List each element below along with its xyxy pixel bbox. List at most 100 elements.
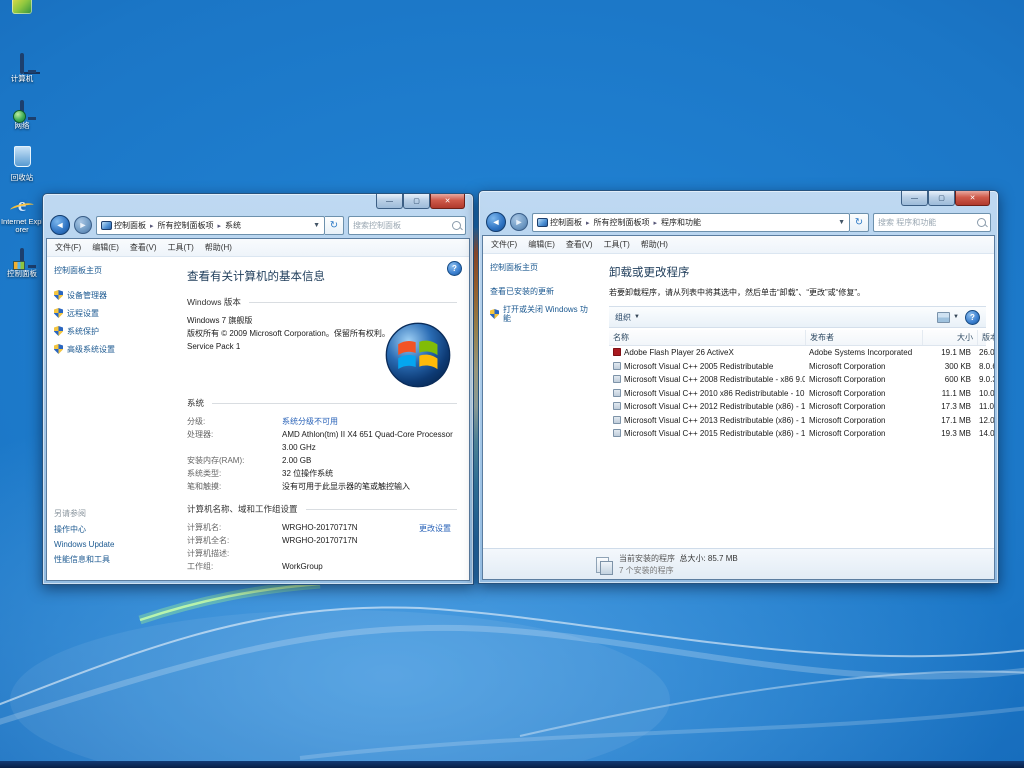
program-name: Microsoft Visual C++ 2013 Redistributabl… (624, 416, 805, 425)
table-row[interactable]: Microsoft Visual C++ 2013 Redistributabl… (609, 414, 986, 428)
close-button[interactable]: ✕ (955, 191, 990, 206)
column-header-name[interactable]: 名称 (609, 330, 806, 345)
menu-item[interactable]: 文件(F) (55, 242, 81, 253)
program-name-cell: Microsoft Visual C++ 2008 Redistributabl… (609, 375, 805, 384)
desktop-icon-control-panel[interactable]: 控制面板 (0, 250, 44, 278)
desktop-icon-label: Internet Explorer (0, 218, 44, 234)
maximize-button[interactable]: ▢ (403, 194, 430, 209)
desktop-icon-internet-explorer[interactable]: e Internet Explorer (0, 196, 44, 234)
system-window-titlebar[interactable]: — ▢ ✕ (43, 194, 473, 213)
breadcrumb-item[interactable]: 控制面板 (550, 217, 582, 228)
breadcrumb-item[interactable]: 控制面板 (114, 220, 146, 231)
program-name-cell: Microsoft Visual C++ 2005 Redistributabl… (609, 362, 805, 371)
see-also-item[interactable]: Windows Update (54, 540, 114, 549)
sidebar-task-item[interactable]: 设备管理器 (54, 290, 164, 300)
forward-button[interactable]: ► (510, 213, 528, 231)
recycle-bin-icon (14, 146, 31, 167)
taskbar-edge[interactable] (0, 761, 1024, 768)
table-body: Adobe Flash Player 26 ActiveX Adobe Syst… (609, 346, 986, 441)
close-button[interactable]: ✕ (430, 194, 465, 209)
system-detail-row: 处理器: AMD Athlon(tm) II X4 651 Quad-Core … (187, 428, 457, 454)
table-row[interactable]: Microsoft Visual C++ 2012 Redistributabl… (609, 400, 986, 414)
detail-value: 系统分级不可用 (282, 415, 338, 428)
address-bar[interactable]: 控制面板所有控制面板项程序和功能 ▼ (532, 213, 850, 232)
chevron-down-icon: ▼ (634, 314, 640, 320)
sidebar-task-item[interactable]: 高级系统设置 (54, 344, 164, 354)
menu-item[interactable]: 文件(F) (491, 239, 517, 250)
address-bar[interactable]: 控制面板所有控制面板项系统 ▼ (96, 216, 325, 235)
status-line1: 当前安装的程序 总大小: 85.7 MB (619, 554, 738, 563)
breadcrumb-item[interactable]: 所有控制面板项 (582, 217, 650, 228)
program-icon (613, 348, 621, 356)
menu-item[interactable]: 工具(T) (604, 239, 630, 250)
column-header-size[interactable]: 大小 (923, 330, 978, 345)
programs-window-titlebar[interactable]: — ▢ ✕ (479, 191, 998, 210)
maximize-button[interactable]: ▢ (928, 191, 955, 206)
status-line2: 7 个安装的程序 (619, 565, 738, 576)
sidebar-task-label: 系统保护 (67, 327, 99, 336)
programs-main-pane: 卸载或更改程序 若要卸载程序，请从列表中将其选中，然后单击“卸载”、“更改”或“… (599, 254, 994, 548)
minimize-button[interactable]: — (376, 194, 403, 209)
sidebar-item-windows-features[interactable]: 打开或关闭 Windows 功能 (490, 305, 592, 323)
program-name: Microsoft Visual C++ 2012 Redistributabl… (624, 402, 805, 411)
organize-button[interactable]: 组织 ▼ (615, 312, 640, 323)
see-also-item[interactable]: 操作中心 (54, 524, 114, 535)
section-heading: 计算机名称、域和工作组设置 (187, 503, 457, 515)
back-button[interactable]: ◄ (486, 212, 506, 232)
views-button[interactable]: ▼ (937, 312, 959, 323)
menu-item[interactable]: 编辑(E) (528, 239, 555, 250)
breadcrumb-item[interactable]: 系统 (214, 220, 242, 231)
search-box[interactable] (348, 216, 466, 235)
sidebar-task-item[interactable]: 系统保护 (54, 326, 164, 336)
help-icon[interactable]: ? (965, 310, 980, 325)
column-header-version[interactable]: 版本 (978, 330, 995, 345)
desktop-icon-app[interactable] (0, 0, 44, 21)
see-also-item[interactable]: 性能信息和工具 (54, 554, 114, 565)
detail-value: 2.00 GB (282, 454, 311, 467)
desktop-icon-network[interactable]: 网络 (0, 102, 44, 130)
sidebar-item-control-panel-home[interactable]: 控制面板主页 (490, 262, 592, 273)
menu-item[interactable]: 编辑(E) (92, 242, 119, 253)
minimize-button[interactable]: — (901, 191, 928, 206)
programs-navigation-bar: ◄ ► 控制面板所有控制面板项程序和功能 ▼ ↻ (479, 210, 998, 234)
desktop-icon-label: 计算机 (0, 75, 44, 83)
menu-item[interactable]: 查看(V) (130, 242, 157, 253)
help-icon[interactable]: ? (447, 261, 462, 276)
sidebar-item-view-updates[interactable]: 查看已安装的更新 (490, 287, 592, 296)
breadcrumb-item[interactable]: 程序和功能 (650, 217, 702, 228)
table-row[interactable]: Microsoft Visual C++ 2015 Redistributabl… (609, 427, 986, 441)
search-input[interactable] (878, 218, 974, 227)
menu-item[interactable]: 查看(V) (566, 239, 593, 250)
refresh-icon[interactable]: ↻ (325, 216, 344, 235)
menu-item[interactable]: 帮助(H) (641, 239, 668, 250)
system-window: — ▢ ✕ ◄ ► 控制面板所有控制面板项系统 ▼ ↻ 文件(F) 编辑(E) 查看… (42, 193, 474, 585)
desktop-icon-computer[interactable]: 计算机 (0, 55, 44, 83)
breadcrumb-item[interactable]: 所有控制面板项 (146, 220, 214, 231)
refresh-icon[interactable]: ↻ (850, 213, 869, 232)
system-section: 系统 分级: 系统分级不可用 处理器: AMD Athlon(tm) II X4… (187, 397, 457, 493)
change-settings-link[interactable]: 更改设置 (419, 523, 451, 534)
column-header-publisher[interactable]: 发布者 (806, 330, 923, 345)
table-row[interactable]: Microsoft Visual C++ 2008 Redistributabl… (609, 373, 986, 387)
back-button[interactable]: ◄ (50, 215, 70, 235)
sidebar-item-control-panel-home[interactable]: 控制面板主页 (54, 265, 164, 276)
search-input[interactable] (353, 221, 449, 230)
forward-button[interactable]: ► (74, 216, 92, 234)
address-dropdown-icon[interactable]: ▼ (838, 219, 845, 226)
search-box[interactable] (873, 213, 991, 232)
menu-item[interactable]: 工具(T) (168, 242, 194, 253)
program-name-cell: Microsoft Visual C++ 2013 Redistributabl… (609, 416, 805, 425)
table-row[interactable]: Adobe Flash Player 26 ActiveX Adobe Syst… (609, 346, 986, 360)
address-dropdown-icon[interactable]: ▼ (313, 222, 320, 229)
program-size-cell: 17.3 MB (921, 402, 975, 411)
control-panel-dots (13, 261, 25, 270)
network-icon (20, 100, 24, 121)
table-row[interactable]: Microsoft Visual C++ 2010 x86 Redistribu… (609, 387, 986, 401)
desktop-icon-recycle-bin[interactable]: 回收站 (0, 146, 44, 182)
system-main-pane: ? 查看有关计算机的基本信息 Windows 版本 Windows 7 旗舰版 … (171, 257, 469, 580)
program-icon (613, 402, 621, 410)
views-icon (937, 312, 950, 323)
sidebar-task-item[interactable]: 远程设置 (54, 308, 164, 318)
table-row[interactable]: Microsoft Visual C++ 2005 Redistributabl… (609, 360, 986, 374)
menu-item[interactable]: 帮助(H) (205, 242, 232, 253)
